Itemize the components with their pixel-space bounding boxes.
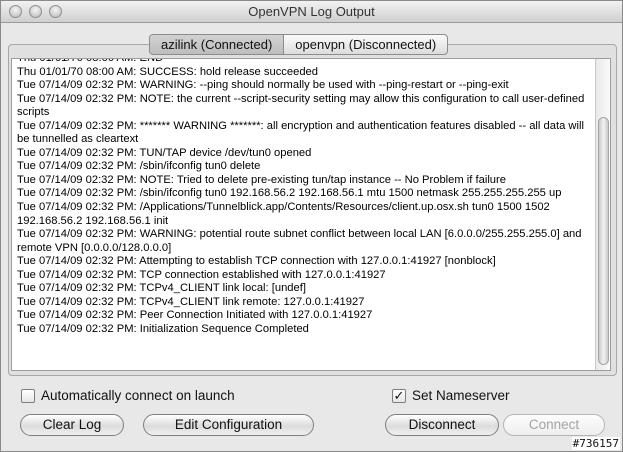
auto-connect-label: Automatically connect on launch — [41, 388, 235, 403]
tab-azilink[interactable]: azilink (Connected) — [150, 35, 285, 54]
log-line: Tue 07/14/09 02:32 PM: WARNING: potentia… — [17, 228, 582, 254]
log-text: Thu 01/01/70 08:00 AM: END Thu 01/01/70 0… — [17, 58, 595, 336]
log-line: Tue 07/14/09 02:32 PM: TCPv4_CLIENT link… — [17, 282, 306, 295]
log-line: Tue 07/14/09 02:32 PM: NOTE: Tried to de… — [17, 173, 506, 186]
title-bar[interactable]: OpenVPN Log Output — [1, 1, 622, 23]
auto-connect-option[interactable]: Automatically connect on launch — [21, 388, 235, 403]
scrollbar-thumb[interactable] — [598, 117, 609, 365]
clear-log-button[interactable]: Clear Log — [20, 414, 124, 436]
log-line: Tue 07/14/09 02:32 PM: /sbin/ifconfig tu… — [17, 187, 562, 200]
log-line: Tue 07/14/09 02:32 PM: /sbin/ifconfig tu… — [17, 160, 261, 173]
log-line: Thu 01/01/70 08:00 AM: SUCCESS: hold rel… — [17, 65, 319, 78]
set-nameserver-checkbox[interactable]: ✓ — [392, 388, 406, 403]
log-line: Thu 01/01/70 08:00 AM: END — [17, 58, 164, 64]
image-id-label: #736157 — [571, 437, 620, 450]
set-nameserver-label: Set Nameserver — [412, 388, 510, 403]
log-line: Tue 07/14/09 02:32 PM: NOTE: the current… — [17, 92, 585, 119]
log-line: Tue 07/14/09 02:32 PM: Peer Connection I… — [17, 309, 373, 322]
set-nameserver-option[interactable]: ✓ Set Nameserver — [392, 388, 510, 403]
openvpn-log-window: OpenVPN Log Output azilink (Connected) o… — [0, 0, 623, 452]
log-line: Tue 07/14/09 02:32 PM: Initialization Se… — [17, 322, 309, 335]
connect-button[interactable]: Connect — [503, 414, 605, 436]
window-title: OpenVPN Log Output — [248, 4, 375, 19]
auto-connect-checkbox[interactable] — [21, 388, 35, 403]
log-line: Tue 07/14/09 02:32 PM: TUN/TAP device /d… — [17, 146, 312, 159]
connection-tabs: azilink (Connected) openvpn (Disconnecte… — [149, 34, 449, 55]
tab-openvpn[interactable]: openvpn (Disconnected) — [284, 35, 447, 54]
log-line: Tue 07/14/09 02:32 PM: WARNING: --ping s… — [17, 79, 509, 92]
disconnect-button[interactable]: Disconnect — [385, 414, 499, 436]
log-line: Tue 07/14/09 02:32 PM: Attempting to est… — [17, 255, 496, 268]
log-line: Tue 07/14/09 02:32 PM: TCPv4_CLIENT link… — [17, 295, 365, 308]
edit-configuration-button[interactable]: Edit Configuration — [143, 414, 314, 436]
log-line: Tue 07/14/09 02:32 PM: /Applications/Tun… — [17, 201, 550, 227]
log-line: Tue 07/14/09 02:32 PM: ******* WARNING *… — [17, 119, 584, 146]
vertical-scrollbar[interactable] — [595, 59, 610, 370]
log-output-area[interactable]: Thu 01/01/70 08:00 AM: END Thu 01/01/70 0… — [11, 58, 611, 371]
log-line: Tue 07/14/09 02:32 PM: TCP connection es… — [17, 268, 386, 281]
